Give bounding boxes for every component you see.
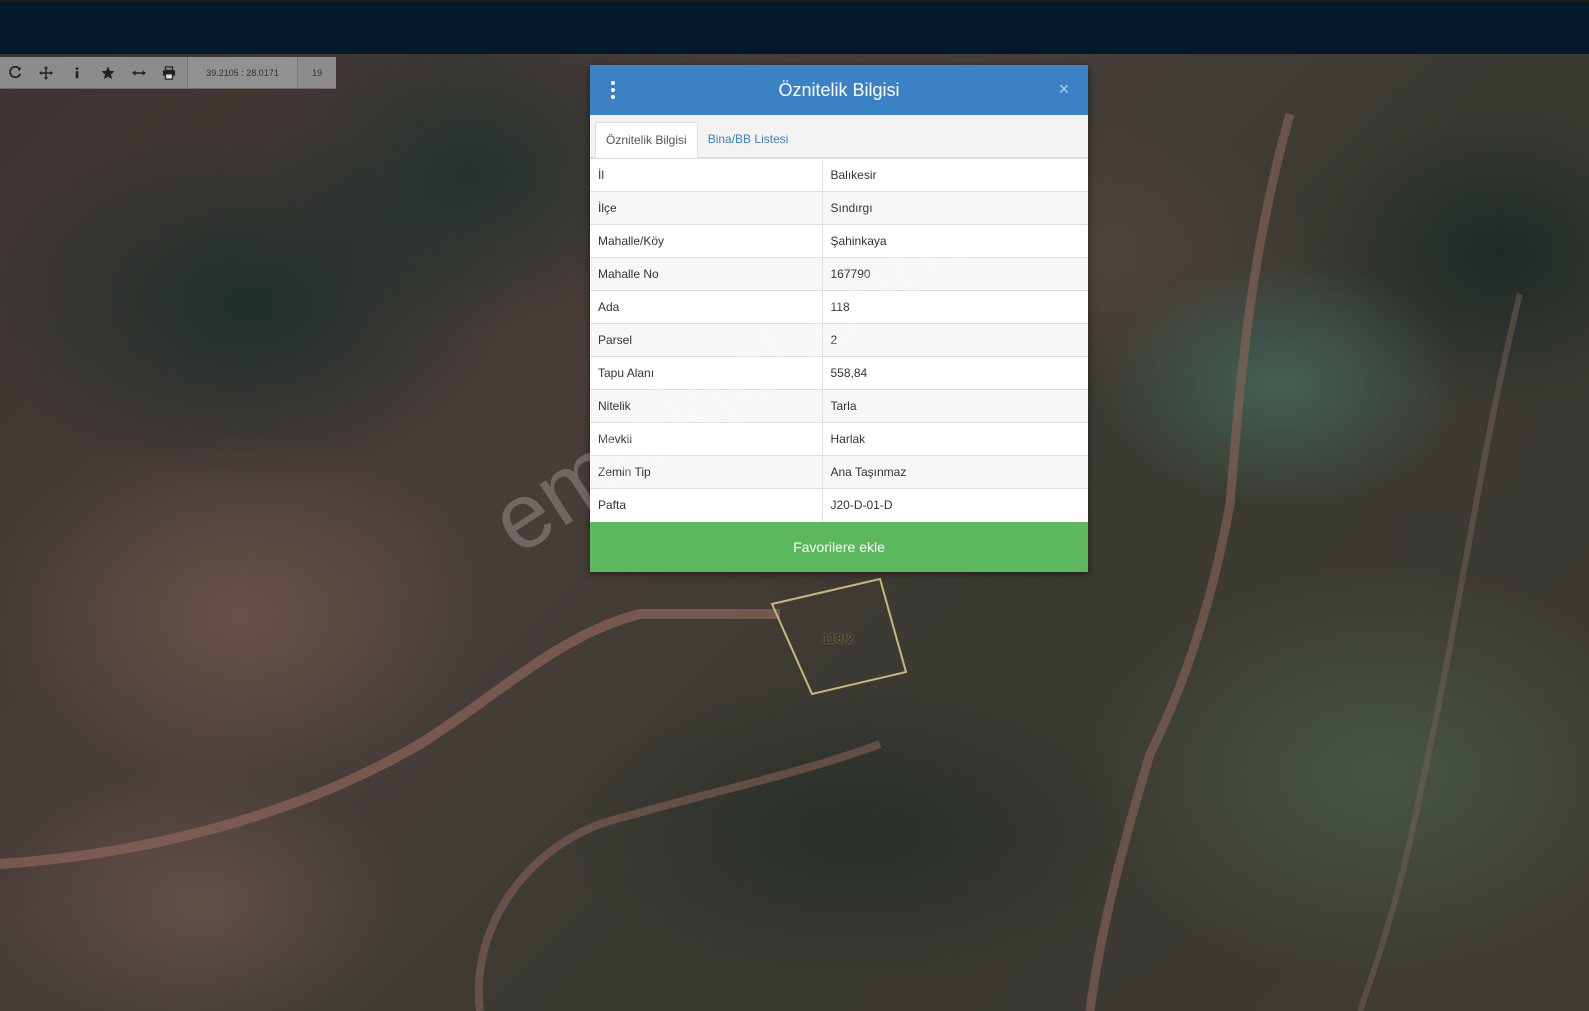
row-value: Sındırgı: [822, 191, 1088, 225]
table-row: Zemin Tip Ana Taşınmaz: [590, 455, 1088, 489]
row-value: Balıkesir: [822, 158, 1088, 192]
add-to-favorites-button[interactable]: Favorilere ekle: [590, 521, 1088, 572]
panel-title: Öznitelik Bilgisi: [778, 79, 900, 100]
row-key: Zemin Tip: [590, 455, 823, 489]
row-value: Şahinkaya: [822, 224, 1088, 258]
row-key: İl: [590, 158, 823, 192]
row-key: Parsel: [590, 323, 823, 357]
table-row: Ada 118: [590, 290, 1088, 324]
table-row: Tapu Alanı 558,84: [590, 356, 1088, 390]
table-row: Mevkii Harlak: [590, 422, 1088, 456]
row-value: J20-D-01-D: [822, 488, 1088, 522]
table-row: Mahalle/Köy Şahinkaya: [590, 224, 1088, 258]
row-key: Mevkii: [590, 422, 823, 456]
attribute-table: İl Balıkesir İlçe Sındırgı Mahalle/Köy Şahi…: [590, 158, 1088, 522]
table-row: Nitelik Tarla: [590, 389, 1088, 423]
row-key: Mahalle/Köy: [590, 224, 823, 258]
row-key: Tapu Alanı: [590, 356, 823, 390]
row-value: Tarla: [822, 389, 1088, 423]
table-row: Mahalle No 167790: [590, 257, 1088, 291]
info-button[interactable]: [62, 57, 93, 88]
row-key: Nitelik: [590, 389, 823, 423]
print-icon: [163, 65, 176, 80]
row-key: Pafta: [590, 488, 823, 522]
row-key: Ada: [590, 290, 823, 324]
refresh-icon: [9, 65, 22, 78]
map-toolbar: 39.2105 : 28.0171 19: [0, 57, 336, 89]
table-row: İlçe Sındırgı: [590, 191, 1088, 225]
more-vertical-icon[interactable]: [604, 79, 622, 101]
refresh-button[interactable]: [0, 57, 31, 88]
arrows-horizontal-icon: [131, 69, 146, 76]
row-value: 558,84: [822, 356, 1088, 390]
measure-button[interactable]: [123, 57, 154, 88]
top-bar: [0, 0, 1589, 54]
attribute-panel: Öznitelik Bilgisi × Öznitelik Bilgisi Bi…: [590, 65, 1088, 572]
info-icon: [75, 66, 79, 78]
table-row: Pafta J20-D-01-D: [590, 488, 1088, 522]
row-value: 2: [822, 323, 1088, 357]
row-value: Ana Taşınmaz: [822, 455, 1088, 489]
close-icon[interactable]: ×: [1054, 79, 1074, 99]
tab-attribute-info[interactable]: Öznitelik Bilgisi: [595, 122, 698, 158]
row-value: Harlak: [822, 422, 1088, 456]
move-icon: [39, 65, 54, 80]
row-value: 118: [822, 290, 1088, 324]
star-icon: [101, 65, 115, 79]
table-row: İl Balıkesir: [590, 158, 1088, 192]
row-key: İlçe: [590, 191, 823, 225]
zoom-level: 19: [312, 67, 323, 78]
pan-button[interactable]: [31, 57, 62, 88]
row-value: 167790: [822, 257, 1088, 291]
panel-header: Öznitelik Bilgisi ×: [590, 65, 1088, 115]
row-key: Mahalle No: [590, 257, 823, 291]
print-button[interactable]: [154, 57, 185, 88]
panel-tabs: Öznitelik Bilgisi Bina/BB Listesi: [590, 115, 1088, 158]
tab-building-list[interactable]: Bina/BB Listesi: [698, 121, 799, 157]
table-row: Parsel 2: [590, 323, 1088, 357]
parcel-label: 118/2: [822, 631, 854, 646]
favorite-button[interactable]: [92, 57, 123, 88]
coordinate-readout: 39.2105 : 28.0171: [186, 57, 299, 88]
